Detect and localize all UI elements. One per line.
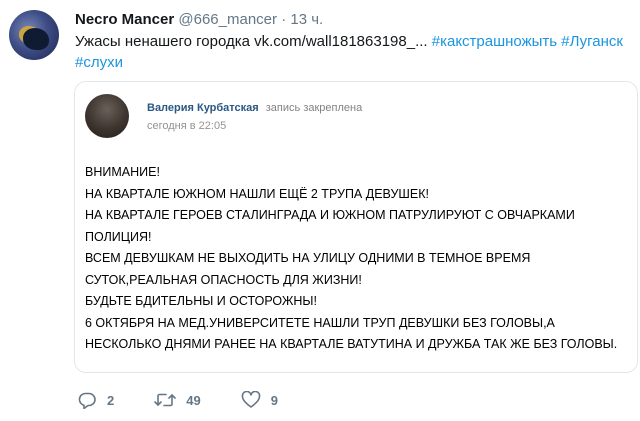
like-button[interactable]: 9	[241, 391, 278, 409]
hashtag[interactable]: #слухи	[75, 54, 123, 71]
display-name[interactable]: Necro Mancer	[75, 11, 174, 28]
heart-icon	[241, 391, 261, 409]
reply-button[interactable]: 2	[77, 391, 114, 409]
avatar-image	[23, 28, 49, 50]
reply-count: 2	[107, 392, 115, 408]
retweet-button[interactable]: 49	[154, 391, 201, 409]
quoted-author-avatar	[85, 94, 129, 138]
retweet-count: 49	[186, 392, 201, 408]
tweet-text: Ужасы ненашего городка vk.com/wall181863…	[75, 31, 630, 73]
quoted-author-name: Валерия Курбатская	[147, 102, 259, 114]
tweet-header: Necro Mancer @666_mancer · 13 ч.	[75, 11, 323, 28]
tweet-link[interactable]: vk.com/wall181863198_...	[254, 33, 427, 50]
tweet-timestamp[interactable]: 13 ч.	[290, 11, 323, 28]
like-count: 9	[270, 392, 278, 408]
quoted-post-card[interactable]: Валерия Курбатская запись закреплена сег…	[74, 81, 638, 373]
retweet-icon	[154, 391, 177, 409]
quoted-post-date: сегодня в 22:05	[147, 120, 227, 132]
user-avatar[interactable]	[9, 10, 59, 60]
hashtag[interactable]: #какстрашножыть	[432, 33, 557, 50]
tweet-actions: 2 49 9	[77, 391, 318, 409]
quoted-post-action: запись закреплена	[265, 102, 363, 114]
quoted-post-body: ВНИМАНИЕ! НА КВАРТАЛЕ ЮЖНОМ НАШЛИ ЕЩЁ 2 …	[85, 165, 618, 351]
tweet-text-prefix: Ужасы ненашего городка	[75, 33, 255, 50]
separator-dot: ·	[281, 11, 287, 28]
user-handle[interactable]: @666_mancer	[178, 11, 277, 28]
hashtag[interactable]: #Луганск	[561, 33, 623, 50]
quoted-author-line: Валерия Курбатская запись закреплена	[147, 102, 362, 114]
reply-icon	[77, 391, 97, 409]
